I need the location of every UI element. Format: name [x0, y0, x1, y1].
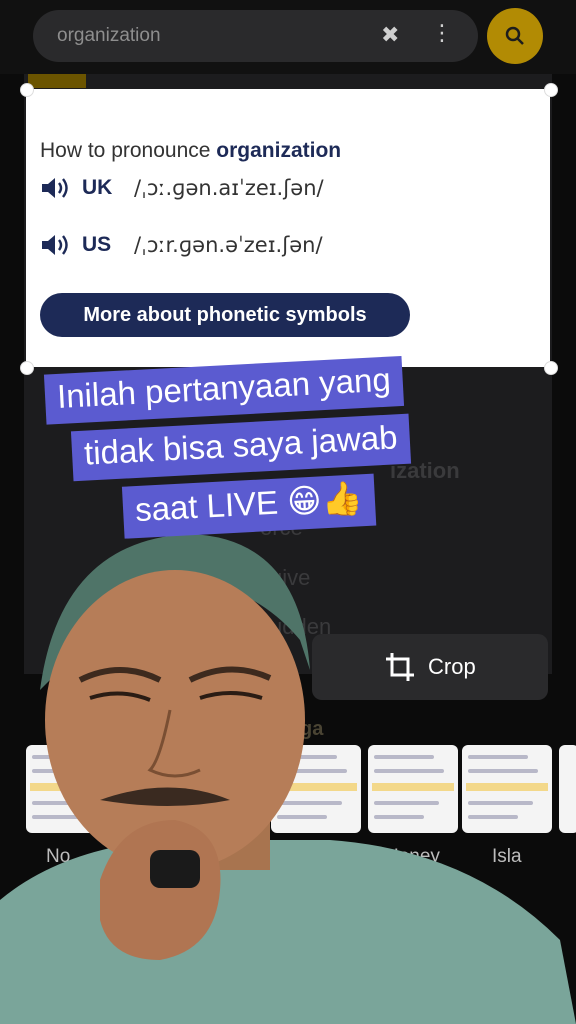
video-caption: Inilah pertanyaan yang tidak bisa saya j… — [35, 341, 464, 553]
ipa-text: /ˌɔː.ɡən.aɪˈzeɪ.ʃən/ — [134, 176, 324, 200]
close-icon[interactable]: ✖ — [381, 22, 399, 48]
pronunciation-heading: How to pronounce organization — [40, 139, 341, 163]
top-bar: organization ✖ ⋮ — [0, 0, 576, 74]
more-phonetic-symbols-button[interactable]: More about phonetic symbols — [40, 293, 410, 337]
region-label: US — [82, 233, 112, 256]
pronunciation-row-us: US /ˌɔːr.ɡən.əˈzeɪ.ʃən/ — [40, 230, 323, 260]
pronunciation-card: How to pronounce organization UK /ˌɔː.ɡə… — [26, 89, 550, 367]
ipa-text: /ˌɔːr.ɡən.əˈzeɪ.ʃən/ — [134, 233, 323, 257]
search-button[interactable] — [487, 8, 543, 64]
crop-handle[interactable] — [544, 361, 558, 375]
presenter-video-overlay — [0, 534, 576, 1024]
heading-word: organization — [216, 139, 342, 162]
region-label: UK — [82, 176, 113, 199]
speaker-icon[interactable] — [40, 176, 70, 200]
more-vert-icon[interactable]: ⋮ — [431, 20, 453, 46]
search-icon — [505, 26, 524, 45]
pronunciation-row-uk: UK /ˌɔː.ɡən.aɪˈzeɪ.ʃən/ — [40, 173, 324, 203]
page-accent-strip — [28, 74, 86, 88]
crop-handle[interactable] — [20, 361, 34, 375]
caption-line: Inilah pertanyaan yang — [43, 355, 404, 425]
crop-handle[interactable] — [544, 83, 558, 97]
caption-line: saat LIVE 😁👍 — [121, 473, 377, 539]
search-input[interactable]: organization ✖ ⋮ — [33, 10, 478, 62]
crop-handle[interactable] — [20, 83, 34, 97]
search-input-value: organization — [57, 25, 161, 46]
caption-line: tidak bisa saya jawab — [70, 413, 411, 482]
heading-prefix: How to pronounce — [40, 139, 217, 162]
speaker-icon[interactable] — [40, 233, 70, 257]
